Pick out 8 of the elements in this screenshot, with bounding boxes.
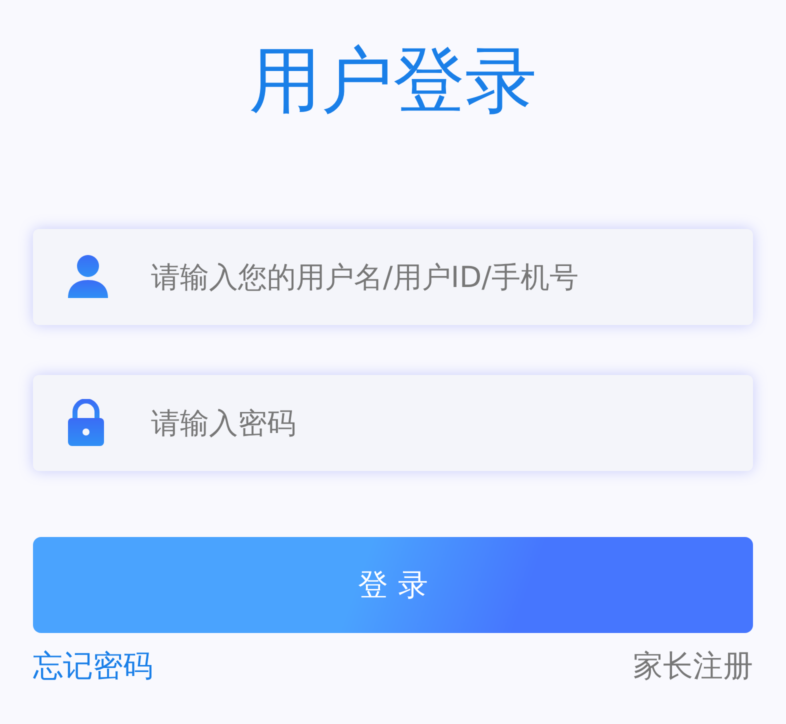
lock-icon: [67, 399, 105, 447]
username-field[interactable]: 请输入您的用户名/用户ID/手机号: [33, 229, 753, 325]
page-title: 用户登录: [249, 37, 537, 124]
register-link[interactable]: 家长注册: [633, 647, 753, 687]
forgot-password-link[interactable]: 忘记密码: [33, 647, 153, 687]
user-icon: [67, 254, 109, 300]
login-button[interactable]: 登 录: [33, 537, 753, 633]
password-field[interactable]: 请输入密码: [33, 375, 753, 471]
